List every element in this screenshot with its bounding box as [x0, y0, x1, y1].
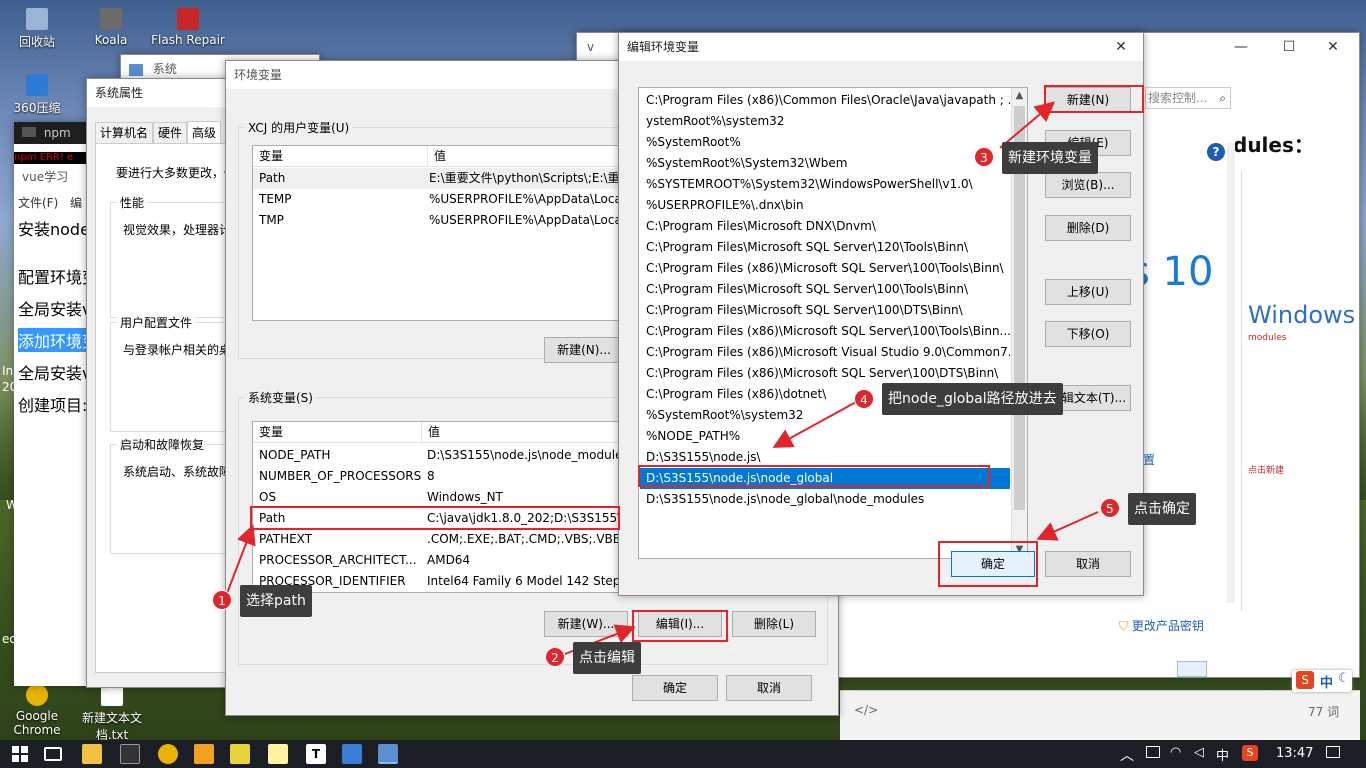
step-callout: 点击编辑	[573, 642, 641, 674]
clock[interactable]: 13:47	[1276, 746, 1313, 761]
step-number-badge: 2	[545, 647, 565, 667]
annotation-arrows	[225, 101, 1099, 655]
chrome-taskbar-icon[interactable]	[158, 744, 178, 764]
windows-logo-icon	[12, 746, 28, 762]
show-hidden-icons-icon[interactable]: ︿	[1120, 745, 1134, 765]
sticky-notes-icon[interactable]	[268, 744, 288, 764]
command-prompt-icon[interactable]	[120, 744, 140, 764]
step-callout: 选择path	[240, 585, 312, 617]
sogou-tray-icon[interactable]: S	[1242, 745, 1258, 761]
task-view-icon[interactable]	[44, 747, 62, 761]
step-number-badge: 3	[974, 147, 994, 167]
battery-icon[interactable]	[1146, 746, 1160, 758]
taskbar: T ︿ ◠ ◁ 中 S 13:47	[0, 740, 1366, 768]
file-explorer-icon[interactable]	[82, 744, 102, 764]
step-callout: 新建环境变量	[1002, 142, 1098, 174]
step-callout: 把node_global路径放进去	[882, 383, 1063, 415]
step-callout: 点击确定	[1128, 493, 1196, 525]
action-center-icon[interactable]	[1326, 746, 1340, 758]
media-player-icon[interactable]	[194, 744, 214, 764]
step-number-badge: 5	[1100, 498, 1120, 518]
desktop: 回收站 Koala Flash Repair 360压缩 Google Chro…	[0, 0, 1366, 740]
ime-indicator[interactable]: 中	[1216, 745, 1229, 764]
notes-icon[interactable]	[230, 744, 250, 764]
start-button[interactable]	[12, 746, 28, 762]
volume-icon[interactable]: ◁	[1194, 745, 1204, 760]
wifi-icon[interactable]: ◠	[1170, 745, 1181, 760]
step-number-badge: 1	[212, 590, 232, 610]
typora-icon[interactable]: T	[306, 744, 326, 764]
step-number-badge: 4	[854, 389, 874, 409]
control-panel-taskbar-icon[interactable]	[378, 744, 398, 764]
system-window-taskbar-icon[interactable]	[342, 744, 362, 764]
